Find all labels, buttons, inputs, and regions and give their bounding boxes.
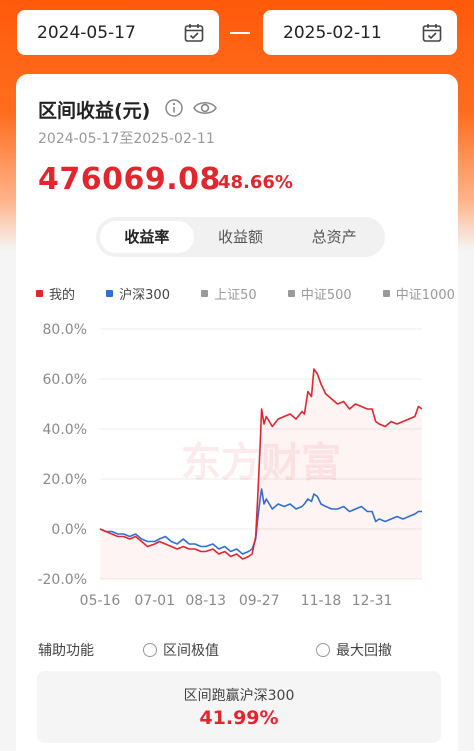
x-tick-label: 12-31 — [352, 593, 393, 609]
end-date-value: 2025-02-11 — [283, 22, 382, 43]
max-drawdown-option[interactable]: 最大回撤 — [316, 640, 392, 660]
aux-label: 辅助功能 — [38, 643, 94, 659]
beat-benchmark-box: 区间跑赢沪深300 41.99% — [37, 671, 441, 743]
legend-swatch — [106, 290, 114, 297]
eye-icon[interactable] — [192, 98, 218, 122]
y-tick-label: 40.0% — [43, 422, 87, 438]
range-extremes-label: 区间极值 — [163, 643, 219, 659]
legend-item-sz50[interactable]: 上证50 — [201, 284, 257, 303]
return-chart[interactable]: 80.0% 60.0% 40.0% 20.0% 0.0% -20.0% 东方财富 05-16 0… — [16, 314, 458, 614]
legend-swatch — [36, 290, 43, 297]
legend-item-zz500[interactable]: 中证500 — [287, 284, 352, 303]
tab-return-amount[interactable]: 收益额 — [194, 221, 288, 253]
legend-item-zz1000[interactable]: 中证1000 — [382, 284, 455, 303]
tab-total-assets[interactable]: 总资产 — [287, 221, 381, 253]
end-date-picker[interactable]: 2025-02-11 — [263, 10, 457, 55]
date-separator — [230, 32, 250, 34]
radio-icon — [316, 643, 330, 657]
x-tick-label: 09-27 — [239, 593, 280, 609]
y-tick-label: 80.0% — [43, 322, 87, 338]
x-tick-label: 11-18 — [301, 593, 342, 609]
legend-label: 沪深300 — [119, 288, 170, 303]
returns-card: 区间收益(元) 2024-05-17至2025-02-11 476069.08 … — [16, 74, 458, 751]
x-tick-label: 05-16 — [80, 593, 121, 609]
range-extremes-option[interactable]: 区间极值 — [143, 640, 219, 660]
range-text: 2024-05-17至2025-02-11 — [38, 131, 215, 147]
info-icon[interactable] — [164, 98, 184, 122]
date-range-row: 2024-05-17 2025-02-11 — [17, 10, 457, 56]
x-tick-label: 08-13 — [185, 593, 226, 609]
radio-icon — [143, 643, 157, 657]
range-return-percent: 48.66% — [218, 172, 293, 193]
max-drawdown-label: 最大回撤 — [336, 643, 392, 659]
metric-tabs: 收益率 收益额 总资产 — [96, 217, 385, 257]
legend-item-mine[interactable]: 我的 — [36, 284, 75, 303]
calendar-icon — [421, 22, 443, 44]
range-return-amount: 476069.08 — [38, 162, 221, 197]
y-tick-label: 60.0% — [43, 372, 87, 388]
legend-item-hs300[interactable]: 沪深300 — [106, 284, 170, 303]
card-header: 区间收益(元) — [38, 96, 218, 123]
start-date-value: 2024-05-17 — [37, 22, 136, 43]
series-area-mine — [100, 369, 422, 579]
legend-label: 中证500 — [300, 288, 352, 303]
calendar-icon — [183, 22, 205, 44]
beat-label: 区间跑赢沪深300 — [183, 688, 295, 704]
legend-label: 中证1000 — [395, 288, 455, 303]
tab-return-rate[interactable]: 收益率 — [100, 221, 194, 253]
beat-value: 41.99% — [199, 707, 279, 729]
legend-label: 上证50 — [214, 288, 257, 303]
legend-swatch — [287, 290, 295, 297]
x-tick-label: 07-01 — [134, 593, 175, 609]
chart-canvas: 80.0%60.0%40.0%20.0%0.0%-20.0%东方财富05-16 0… — [37, 322, 423, 609]
y-tick-label: -20.0% — [37, 572, 87, 588]
start-date-picker[interactable]: 2024-05-17 — [17, 10, 219, 55]
y-tick-label: 20.0% — [43, 472, 87, 488]
chart-legend: 我的 沪深300 上证50 中证500 中证1000 — [36, 284, 458, 304]
aux-functions-row: 辅助功能 区间极值 最大回撤 — [38, 640, 438, 660]
y-tick-label: 0.0% — [51, 522, 87, 538]
legend-label: 我的 — [49, 288, 76, 303]
legend-swatch — [201, 290, 209, 297]
card-title: 区间收益(元) — [38, 100, 151, 122]
legend-swatch — [382, 290, 390, 297]
